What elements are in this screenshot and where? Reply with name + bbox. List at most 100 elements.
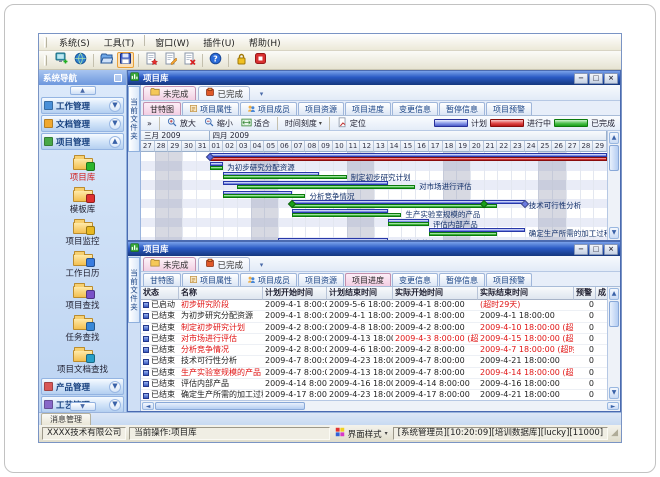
sidebar-item-1[interactable]: 项目库 (39, 153, 126, 183)
scroll-left-button[interactable]: ◄ (142, 402, 154, 410)
column-header-8[interactable]: 成 (596, 287, 607, 300)
sidebar-item-5[interactable]: 项目查找 (39, 281, 126, 311)
scroll-thumb[interactable] (609, 301, 619, 327)
column-header-2[interactable]: 名称 (179, 287, 263, 300)
table-tab-2[interactable]: 项目属性 (182, 273, 239, 286)
monitor-new-button[interactable] (53, 52, 70, 68)
scroll-up-button[interactable]: ▲ (609, 288, 619, 300)
table-tab-3[interactable]: 项目成员 (240, 273, 297, 286)
gantt-task-actual-bar[interactable] (210, 166, 224, 170)
menu-item-5[interactable]: 帮助(H) (242, 35, 288, 50)
table-row[interactable]: 已结束分析竞争情况2009-4-2 8:00:002009-4-6 18:00:… (141, 345, 607, 356)
table-tab-5[interactable]: 项目进度 (345, 273, 391, 286)
column-header-3[interactable]: 计划开始时间 (263, 287, 327, 300)
table-row[interactable]: 已结束对市场进行评估2009-4-2 8:00:002009-4-13 18:0… (141, 334, 607, 345)
table-row[interactable]: 已结束确定生产所需的加工过程2009-4-17 8:00:002009-4-23… (141, 390, 607, 400)
doc-star-button[interactable] (143, 52, 160, 68)
gantt-tab-5[interactable]: 项目进度 (345, 102, 391, 115)
gantt-folder-tab-1[interactable]: 未完成 (143, 86, 196, 100)
table-window-close-button[interactable]: × (604, 244, 618, 255)
help-button[interactable]: ? (207, 52, 224, 68)
table-tab-8[interactable]: 项目预警 (486, 273, 532, 286)
exit-button[interactable] (252, 52, 269, 68)
table-row[interactable]: 已启动初步研究阶段2009-4-1 8:00:002009-5-6 18:00:… (141, 300, 607, 311)
column-header-5[interactable]: 实际开始时间 (393, 287, 478, 300)
fit-button[interactable]: 适合 (238, 117, 273, 130)
menu-item-3[interactable]: 窗口(W) (148, 35, 196, 50)
gantt-task-actual-bar[interactable] (388, 222, 429, 226)
table-tab-1[interactable]: 甘特图 (143, 273, 181, 286)
table-horizontal-scrollbar[interactable]: ◄► (141, 400, 620, 411)
scroll-thumb[interactable] (155, 402, 305, 410)
scroll-thumb[interactable] (609, 145, 619, 171)
sidebar-scroll-up-button[interactable]: ▲ (70, 86, 96, 95)
table-folder-tab-1[interactable]: 未完成 (143, 257, 196, 271)
chevron-up-icon[interactable]: ▲ (109, 136, 121, 148)
locate-button[interactable]: 定位 (334, 117, 369, 130)
gantt-task-actual-bar[interactable] (223, 194, 305, 198)
gantt-tab-2[interactable]: 项目属性 (182, 102, 239, 115)
gantt-tab-7[interactable]: 暂停信息 (439, 102, 485, 115)
table-vertical-scrollbar[interactable]: ▲▼ (607, 287, 620, 400)
table-tab-4[interactable]: 项目资源 (298, 273, 344, 286)
gantt-task-actual-bar[interactable] (237, 185, 415, 189)
save-button[interactable] (117, 52, 134, 68)
scroll-right-button[interactable]: ► (607, 402, 619, 410)
column-header-1[interactable]: 状态 (141, 287, 179, 300)
gantt-tab-1[interactable]: 甘特图 (143, 102, 181, 115)
gantt-window-close-button[interactable]: × (604, 73, 618, 84)
table-tab-6[interactable]: 变更信息 (392, 273, 438, 286)
chevron-down-icon[interactable]: ▼ (109, 118, 121, 130)
more-tools-button[interactable]: » (144, 117, 155, 130)
scroll-down-button[interactable]: ▼ (609, 227, 619, 239)
chevron-down-icon[interactable]: ▼ (109, 100, 121, 112)
folder-open-button[interactable] (98, 52, 115, 68)
menu-item-1[interactable]: 系统(S) (52, 35, 97, 50)
table-row[interactable]: 已结束技术可行性分析2009-4-7 8:00:002009-4-23 18:0… (141, 356, 607, 367)
interface-style-button[interactable]: 界面样式 ▾ (333, 427, 390, 440)
gantt-tab-4[interactable]: 项目资源 (298, 102, 344, 115)
table-window-restore-button[interactable]: □ (589, 244, 603, 255)
table-row[interactable]: 已结束评估内部产品2009-4-14 8:00:002009-4-16 18:0… (141, 379, 607, 390)
gantt-vertical-scrollbar[interactable]: ▲▼ (607, 131, 620, 240)
menu-item-2[interactable]: 工具(T) (97, 35, 142, 50)
gantt-window-minimize-button[interactable]: − (574, 73, 588, 84)
gantt-tab-dropdown-button[interactable]: ▾ (255, 87, 268, 100)
sidebar-scroll-down-button[interactable]: ▼ (70, 402, 96, 411)
lock-button[interactable] (233, 52, 250, 68)
sidebar-item-2[interactable]: 模板库 (39, 185, 126, 215)
column-header-6[interactable]: 实际结束时间 (478, 287, 574, 300)
gantt-task-actual-bar[interactable] (292, 204, 498, 208)
gantt-tab-3[interactable]: 项目成员 (240, 102, 297, 115)
sidebar-item-7[interactable]: 项目文档查找 (39, 345, 126, 375)
menu-item-4[interactable]: 插件(U) (196, 35, 242, 50)
column-header-4[interactable]: 计划结束时间 (327, 287, 393, 300)
pin-icon[interactable] (114, 74, 122, 82)
doc-edit-button[interactable] (162, 52, 179, 68)
table-window-minimize-button[interactable]: − (574, 244, 588, 255)
gantt-task-actual-bar[interactable] (223, 175, 346, 179)
sidebar-group-2[interactable]: 文档管理▼ (41, 115, 124, 132)
gantt-task-actual-bar[interactable] (429, 232, 498, 236)
sidebar-item-4[interactable]: 工作日历 (39, 249, 126, 279)
sidebar-group-4[interactable]: 产品管理▼ (41, 378, 124, 395)
gantt-tab-8[interactable]: 项目预警 (486, 102, 532, 115)
sidebar-item-3[interactable]: 项目监控 (39, 217, 126, 247)
table-row[interactable]: 已结束为初步研究分配资源2009-4-1 8:00:002009-4-1 18:… (141, 311, 607, 322)
gantt-task-actual-bar[interactable] (292, 213, 402, 217)
scroll-down-button[interactable]: ▼ (609, 387, 619, 399)
message-manager-tab[interactable]: 消息管理 (41, 413, 91, 425)
table-row[interactable]: 已结束制定初步研究计划2009-4-2 8:00:002009-4-8 18:0… (141, 323, 607, 334)
table-tab-dropdown-button[interactable]: ▾ (255, 258, 268, 271)
table-window-titlebar[interactable]: 项目库 −□× (128, 242, 620, 256)
gantt-tab-6[interactable]: 变更信息 (392, 102, 438, 115)
zoom-out-button[interactable]: 缩小 (201, 117, 236, 130)
gantt-task-plan-bar[interactable] (278, 238, 388, 240)
current-folder-vertical-tab[interactable]: 当前文件夹 (128, 86, 140, 152)
current-folder-vertical-tab[interactable]: 当前文件夹 (128, 257, 140, 323)
zoom-in-button[interactable]: 放大 (164, 117, 199, 130)
globe-button[interactable] (72, 52, 89, 68)
gantt-folder-tab-2[interactable]: 已完成 (198, 86, 251, 100)
sidebar-item-6[interactable]: 任务查找 (39, 313, 126, 343)
gantt-window-titlebar[interactable]: 项目库 −□× (128, 71, 620, 85)
